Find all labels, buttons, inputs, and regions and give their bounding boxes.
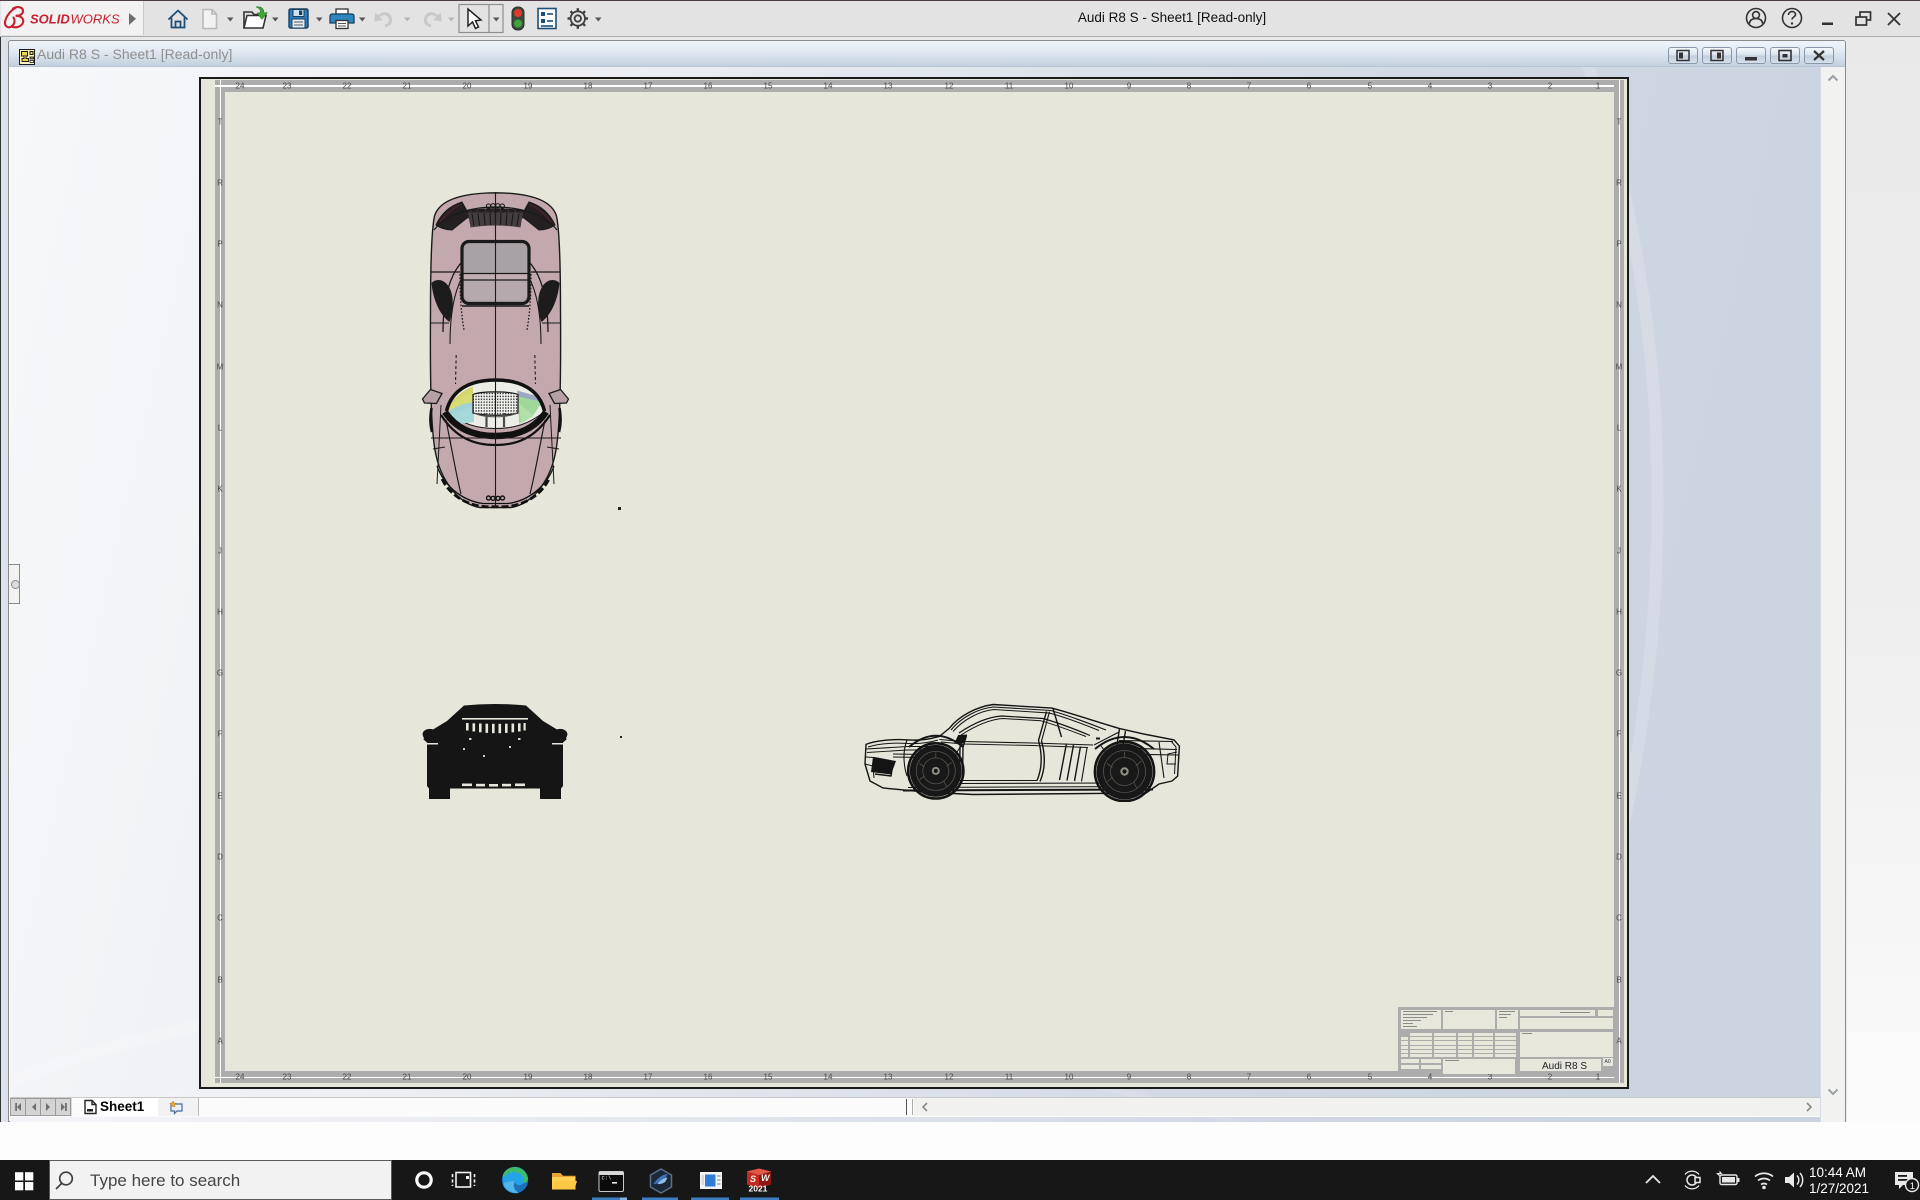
svg-text:2021: 2021 bbox=[749, 1184, 768, 1194]
svg-text:1/27/2021: 1/27/2021 bbox=[1809, 1181, 1869, 1196]
svg-text:1: 1 bbox=[1910, 1181, 1915, 1192]
svg-text:10:44 AM: 10:44 AM bbox=[1809, 1165, 1866, 1180]
svg-text:C:\: C:\ bbox=[602, 1175, 612, 1182]
svg-text:S: S bbox=[750, 1174, 756, 1184]
svg-text:SOLID: SOLID bbox=[30, 12, 70, 27]
svg-text:WORKS: WORKS bbox=[71, 12, 120, 27]
